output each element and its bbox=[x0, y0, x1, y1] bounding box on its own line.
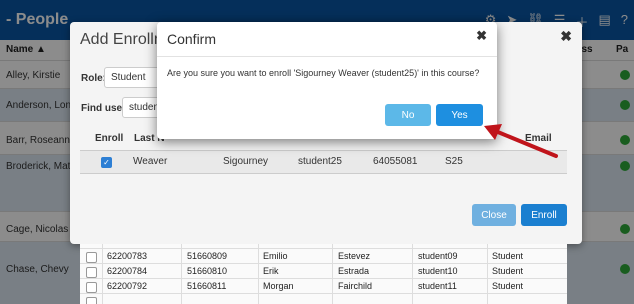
cell: student11 bbox=[418, 281, 457, 291]
email-column-header: Email bbox=[525, 133, 552, 144]
cell: 62200784 bbox=[107, 266, 148, 276]
enroll-checkbox[interactable]: ✓ bbox=[101, 157, 112, 168]
row-checkbox[interactable] bbox=[86, 282, 97, 293]
result-first-name: Sigourney bbox=[223, 156, 269, 167]
result-username: student25 bbox=[298, 156, 342, 167]
user-list-table: 62200783 51660809 Emilio Estevez student… bbox=[80, 244, 567, 304]
cell: Fairchild bbox=[338, 281, 373, 291]
cell: Student bbox=[492, 266, 524, 276]
enroll-button[interactable]: Enroll bbox=[521, 204, 567, 226]
role-label: Role: bbox=[81, 73, 106, 84]
table-row[interactable]: 62200792 51660811 Morgan Fairchild stude… bbox=[80, 278, 567, 294]
divider bbox=[157, 56, 497, 57]
cell: 51660809 bbox=[187, 251, 228, 261]
table-row[interactable] bbox=[80, 293, 567, 304]
cell: Estrada bbox=[338, 266, 370, 276]
result-last-name: Weaver bbox=[133, 156, 168, 167]
close-button[interactable]: Close bbox=[472, 204, 516, 226]
cell: Estevez bbox=[338, 251, 371, 261]
cell: 51660811 bbox=[187, 281, 227, 291]
confirm-message: Are you sure you want to enroll 'Sigourn… bbox=[167, 68, 480, 78]
cell: Student bbox=[492, 251, 524, 261]
enroll-column-header: Enroll bbox=[95, 133, 124, 144]
row-checkbox[interactable] bbox=[86, 297, 97, 304]
result-section: S25 bbox=[445, 156, 463, 167]
cell: student10 bbox=[418, 266, 458, 276]
yes-button[interactable]: Yes bbox=[436, 104, 483, 126]
cell: 51660810 bbox=[187, 266, 228, 276]
cell: Emilio bbox=[263, 251, 288, 261]
row-checkbox[interactable] bbox=[86, 252, 97, 263]
cell: Morgan bbox=[263, 281, 294, 291]
search-result-row[interactable]: ✓ Weaver Sigourney student25 64055081 S2… bbox=[80, 150, 567, 174]
people-page: - People ⚙ ➤ ⛓ ☰ ＋ ▤ ? Name ▲ ress Pa Al… bbox=[0, 0, 634, 304]
confirm-dialog: Confirm ✖ Are you sure you want to enrol… bbox=[157, 22, 497, 139]
cell: 62200783 bbox=[107, 251, 148, 261]
no-button[interactable]: No bbox=[385, 104, 431, 126]
cell: Student bbox=[492, 281, 524, 291]
close-icon[interactable]: ✖ bbox=[560, 28, 572, 45]
table-row[interactable]: 62200784 51660810 Erik Estrada student10… bbox=[80, 263, 567, 279]
cell: student09 bbox=[418, 251, 458, 261]
cell: Erik bbox=[263, 266, 279, 276]
table-row[interactable]: 62200783 51660809 Emilio Estevez student… bbox=[80, 248, 567, 264]
cell: 62200792 bbox=[107, 281, 148, 291]
row-checkbox[interactable] bbox=[86, 267, 97, 278]
close-icon[interactable]: ✖ bbox=[476, 28, 487, 44]
confirm-title: Confirm bbox=[167, 31, 217, 47]
result-id: 64055081 bbox=[373, 156, 418, 167]
